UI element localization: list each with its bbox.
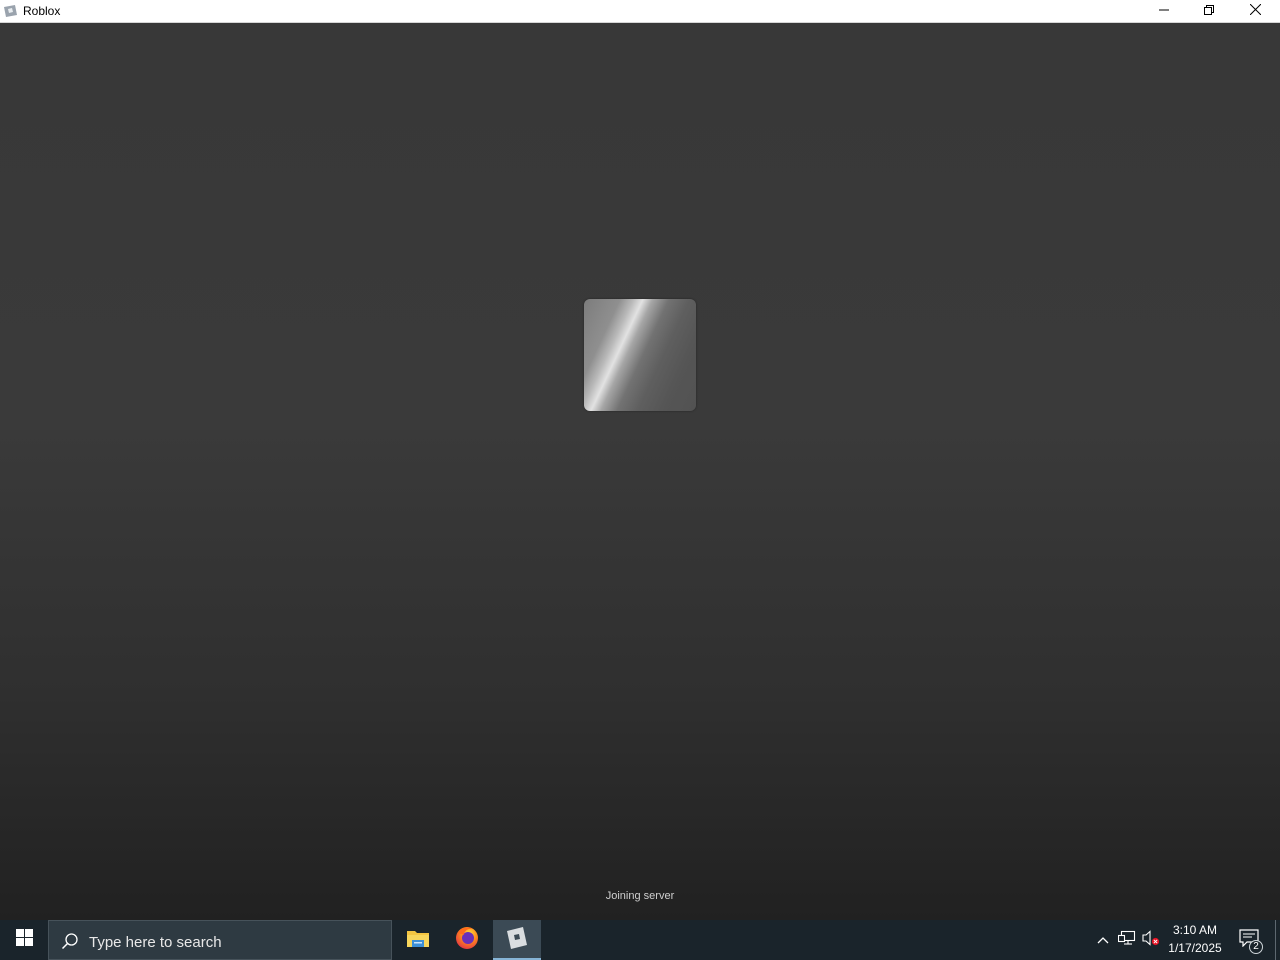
close-icon [1249,2,1261,20]
loading-status: Joining server [605,890,675,902]
window-title-bar[interactable]: Roblox [0,0,1280,23]
roblox-icon [3,4,18,18]
network-button[interactable] [1115,920,1139,960]
taskbar-file-explorer[interactable] [394,920,442,960]
network-icon [1117,930,1136,951]
show-hidden-icons-button[interactable] [1093,920,1113,960]
restore-button[interactable] [1186,0,1232,22]
taskbar-roblox[interactable] [493,920,541,960]
loading-screen: Joining server [0,23,1280,920]
show-desktop-button[interactable] [1275,920,1280,960]
volume-button[interactable] [1140,920,1162,960]
roblox-icon [505,926,529,955]
clock-time: 3:10 AM [1172,923,1218,937]
minimize-button[interactable] [1141,0,1187,22]
taskbar-search[interactable] [48,920,392,960]
action-center-button[interactable]: 2 [1232,920,1266,960]
clock-date: 1/17/2025 [1168,941,1222,955]
search-icon [61,932,79,950]
window-title: Roblox [23,4,61,18]
notification-count-badge: 2 [1249,940,1263,954]
taskbar-clock[interactable]: 3:10 AM 1/17/2025 [1164,920,1226,960]
firefox-icon [454,925,480,956]
start-button[interactable] [0,920,48,960]
minimize-icon [1159,2,1169,20]
taskbar-firefox[interactable] [443,920,491,960]
restore-icon [1204,2,1214,20]
roblox-logo-placeholder [584,299,696,411]
volume-muted-icon [1142,929,1160,951]
taskbar: 3:10 AM 1/17/2025 2 [0,920,1280,960]
chevron-up-icon [1097,931,1109,949]
search-input[interactable] [87,930,381,954]
windows-icon [15,929,33,951]
file-explorer-icon [406,928,430,953]
close-button[interactable] [1232,0,1278,22]
